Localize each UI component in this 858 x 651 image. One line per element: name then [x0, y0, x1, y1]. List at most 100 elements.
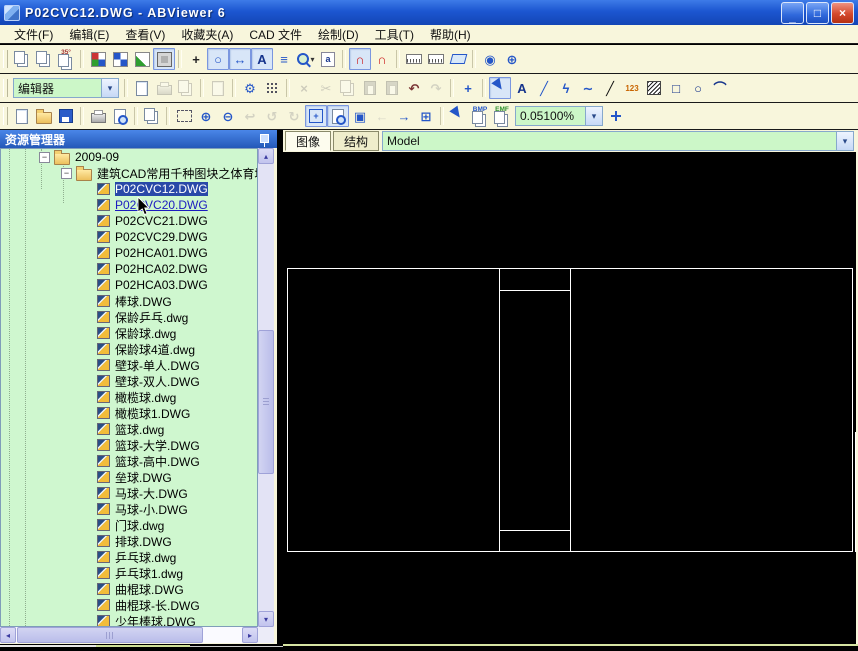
tree-item[interactable]: −建筑CAD常用千种图块之体育场: [1, 165, 257, 181]
vertical-scroll-thumb[interactable]: [258, 330, 274, 474]
tree-item[interactable]: P02HCA02.DWG: [1, 261, 257, 277]
tree-item[interactable]: 篮球-高中.DWG: [1, 453, 257, 469]
tree-item[interactable]: 橄榄球1.DWG: [1, 405, 257, 421]
spline-tool-button[interactable]: ∼: [577, 77, 599, 99]
chevron-down-icon[interactable]: ▾: [836, 132, 853, 150]
tab-structure[interactable]: 结构: [333, 131, 379, 151]
scroll-up-button[interactable]: ▴: [258, 148, 274, 164]
toolbar-grip[interactable]: [3, 107, 8, 125]
tree-expander[interactable]: −: [61, 168, 72, 179]
rotate-right-button[interactable]: ↻: [283, 105, 305, 127]
chevron-down-icon[interactable]: ▾: [310, 55, 314, 64]
minimize-button[interactable]: _: [781, 2, 804, 24]
measure-path-button[interactable]: [425, 48, 447, 70]
tree-item[interactable]: −2009-09: [1, 149, 257, 165]
pin-icon[interactable]: [260, 134, 269, 143]
layers-button[interactable]: ≡: [273, 48, 295, 70]
editor-combo[interactable]: 编辑器▾: [13, 78, 119, 98]
bg-green-button[interactable]: [131, 48, 153, 70]
back-button[interactable]: ←: [371, 105, 393, 127]
redo-button[interactable]: ↷: [425, 77, 447, 99]
thumbnails-button[interactable]: ⊞: [415, 105, 437, 127]
arc-tool-button[interactable]: ⌒: [709, 77, 731, 99]
toolbar-grip[interactable]: [3, 79, 8, 97]
compass-button[interactable]: ⊕: [501, 48, 523, 70]
tree-item[interactable]: 保龄球.dwg: [1, 325, 257, 341]
hatch-tool-button[interactable]: [643, 77, 665, 99]
chevron-down-icon[interactable]: ▾: [585, 107, 602, 125]
snap-text-button[interactable]: A: [251, 48, 273, 70]
export-bmp-button[interactable]: BMP: [469, 105, 491, 127]
tab-image[interactable]: 图像: [285, 131, 331, 151]
file-tree[interactable]: −2009-09−建筑CAD常用千种图块之体育场P02CVC12.DWG P02C…: [0, 148, 258, 627]
rotate-35-button[interactable]: 35°: [55, 48, 77, 70]
page-arrange-button[interactable]: [11, 48, 33, 70]
zoom-out-button[interactable]: ⊖: [217, 105, 239, 127]
bg-checker-button[interactable]: [109, 48, 131, 70]
forward-button[interactable]: →: [393, 105, 415, 127]
page-new-button[interactable]: [131, 77, 153, 99]
fit-screen-button[interactable]: [605, 105, 627, 127]
rotate-left-button[interactable]: ↺: [261, 105, 283, 127]
tree-item[interactable]: 壁球-双人.DWG: [1, 373, 257, 389]
polyline-tool-button[interactable]: ϟ: [555, 77, 577, 99]
tools-wrench-button[interactable]: ⚙: [239, 77, 261, 99]
toolbar-grip[interactable]: [3, 50, 8, 68]
tree-item[interactable]: 棒球.DWG: [1, 293, 257, 309]
tree-item[interactable]: 壁球-单人.DWG: [1, 357, 257, 373]
tree-item[interactable]: 保龄乒乓.dwg: [1, 309, 257, 325]
rectangle-tool-button[interactable]: □: [665, 77, 687, 99]
zoom-combo[interactable]: 0.05100%▾: [515, 106, 603, 126]
open-file-button[interactable]: [33, 105, 55, 127]
tree-item[interactable]: 篮球.dwg: [1, 421, 257, 437]
tree-item[interactable]: 乒乓球1.dwg: [1, 565, 257, 581]
tree-item[interactable]: P02CVC29.DWG: [1, 229, 257, 245]
new-file-button[interactable]: [11, 105, 33, 127]
measure-area-button[interactable]: [447, 48, 469, 70]
chevron-down-icon[interactable]: ▾: [101, 79, 118, 97]
magnet-snap-button[interactable]: ∩: [349, 48, 371, 70]
fit-window-button[interactable]: +: [305, 105, 327, 127]
copy-button[interactable]: [337, 77, 359, 99]
cut-button[interactable]: ✂: [315, 77, 337, 99]
dictionary-button[interactable]: a: [317, 48, 339, 70]
zoom-extents-button[interactable]: [327, 105, 349, 127]
print-button[interactable]: [87, 105, 109, 127]
bg-quad-colors-button[interactable]: [87, 48, 109, 70]
tree-item[interactable]: 垒球.DWG: [1, 469, 257, 485]
scroll-left-button[interactable]: ◂: [0, 627, 16, 643]
tree-item[interactable]: 曲棍球.DWG: [1, 581, 257, 597]
close-button[interactable]: ×: [831, 2, 854, 24]
tree-vertical-scrollbar[interactable]: ▴ ▾: [258, 148, 274, 627]
scroll-down-button[interactable]: ▾: [258, 611, 274, 627]
delete-button[interactable]: ×: [293, 77, 315, 99]
tree-item[interactable]: P02CVC12.DWG: [1, 181, 257, 197]
tree-item[interactable]: 马球-小.DWG: [1, 501, 257, 517]
menu-file[interactable]: 文件(F): [6, 26, 61, 43]
page-arrange-2-button[interactable]: [33, 48, 55, 70]
tree-item[interactable]: 少年棒球.DWG: [1, 613, 257, 627]
bg-gray-button[interactable]: [153, 48, 175, 70]
scroll-right-button[interactable]: ▸: [242, 627, 258, 643]
zoom-previous-button[interactable]: ↩: [239, 105, 261, 127]
menu-draw[interactable]: 绘制(D): [310, 26, 367, 43]
tree-item[interactable]: 保龄球4道.dwg: [1, 341, 257, 357]
tree-item[interactable]: 马球-大.DWG: [1, 485, 257, 501]
panels-button[interactable]: ▣: [349, 105, 371, 127]
tree-item[interactable]: P02HCA01.DWG: [1, 245, 257, 261]
add-point-button[interactable]: +: [457, 77, 479, 99]
snap-circle-button[interactable]: ○: [207, 48, 229, 70]
drawing-canvas[interactable]: [283, 152, 856, 644]
menu-help[interactable]: 帮助(H): [422, 26, 479, 43]
menu-cad-file[interactable]: CAD 文件: [241, 26, 310, 43]
tree-item[interactable]: 橄榄球.dwg: [1, 389, 257, 405]
tree-expander[interactable]: −: [39, 152, 50, 163]
paste-special-button[interactable]: [381, 77, 403, 99]
center-view-button[interactable]: ◉: [479, 48, 501, 70]
grid-dots-button[interactable]: [261, 77, 283, 99]
select-area-button[interactable]: [447, 105, 469, 127]
pages-convert-button[interactable]: [141, 105, 163, 127]
tree-item[interactable]: 排球.DWG: [1, 533, 257, 549]
dimension-tool-button[interactable]: 123: [621, 77, 643, 99]
tree-item[interactable]: 门球.dwg: [1, 517, 257, 533]
